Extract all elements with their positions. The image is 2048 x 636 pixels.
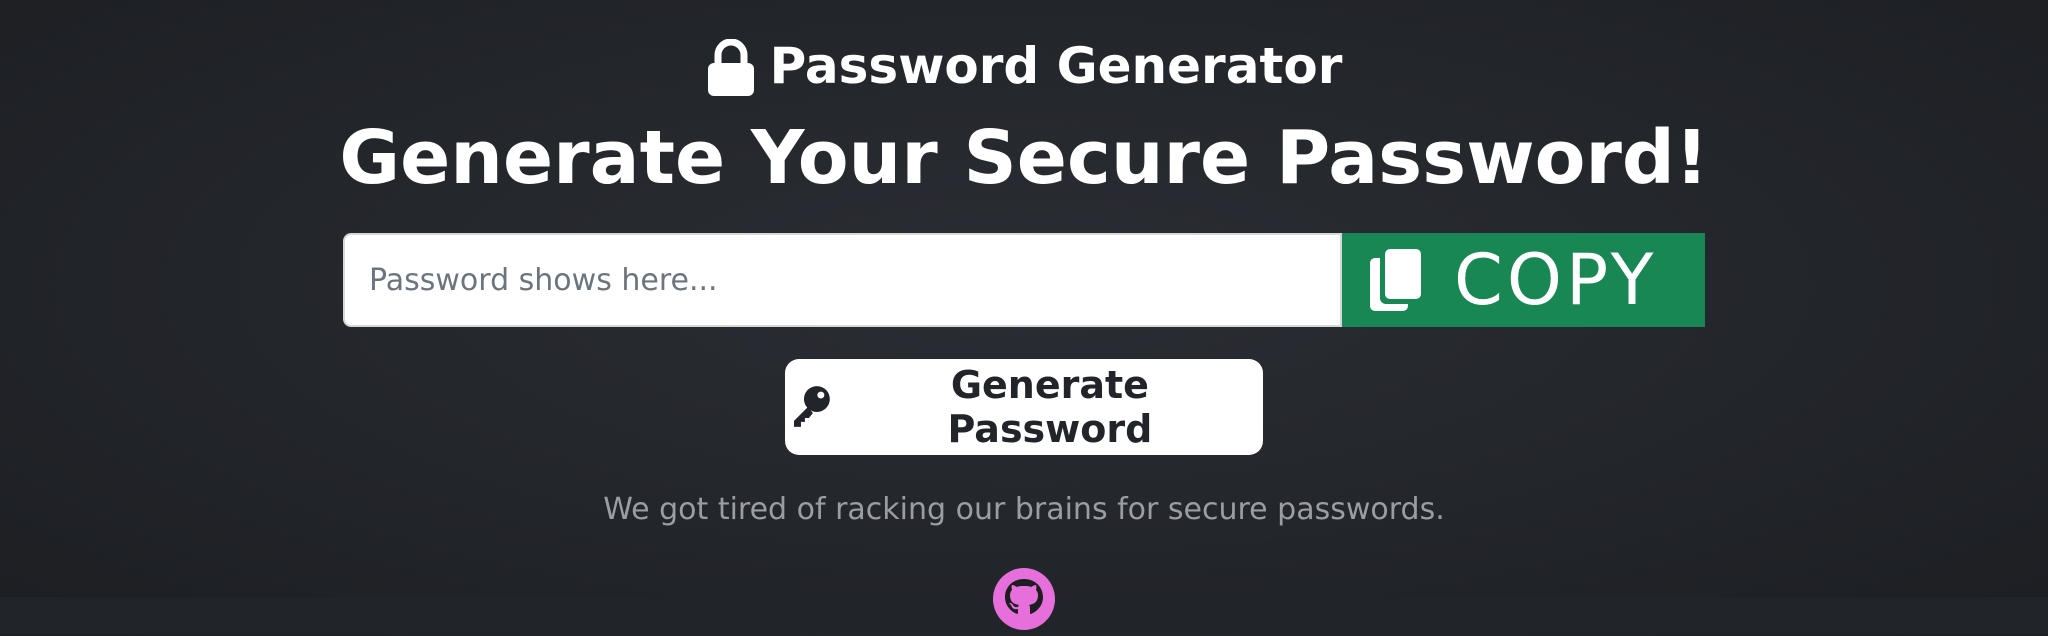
github-link[interactable]	[991, 566, 1057, 632]
generate-password-button[interactable]: Generate Password	[785, 359, 1263, 455]
copy-button[interactable]: COPY	[1342, 233, 1705, 327]
github-icon	[993, 568, 1055, 630]
copy-icon	[1370, 249, 1421, 311]
tagline: We got tired of racking our brains for s…	[603, 492, 1445, 527]
lock-icon	[707, 39, 754, 96]
brand-title: Password Generator	[769, 37, 1343, 95]
generate-button-label: Generate Password	[947, 363, 1153, 451]
password-input-group: COPY	[343, 233, 1705, 327]
password-output-field[interactable]	[343, 233, 1342, 327]
copy-button-label: COPY	[1454, 239, 1658, 321]
key-icon	[793, 386, 830, 427]
brand-header: Password Generator	[0, 30, 2048, 102]
page-title: Generate Your Secure Password!	[339, 115, 1709, 201]
